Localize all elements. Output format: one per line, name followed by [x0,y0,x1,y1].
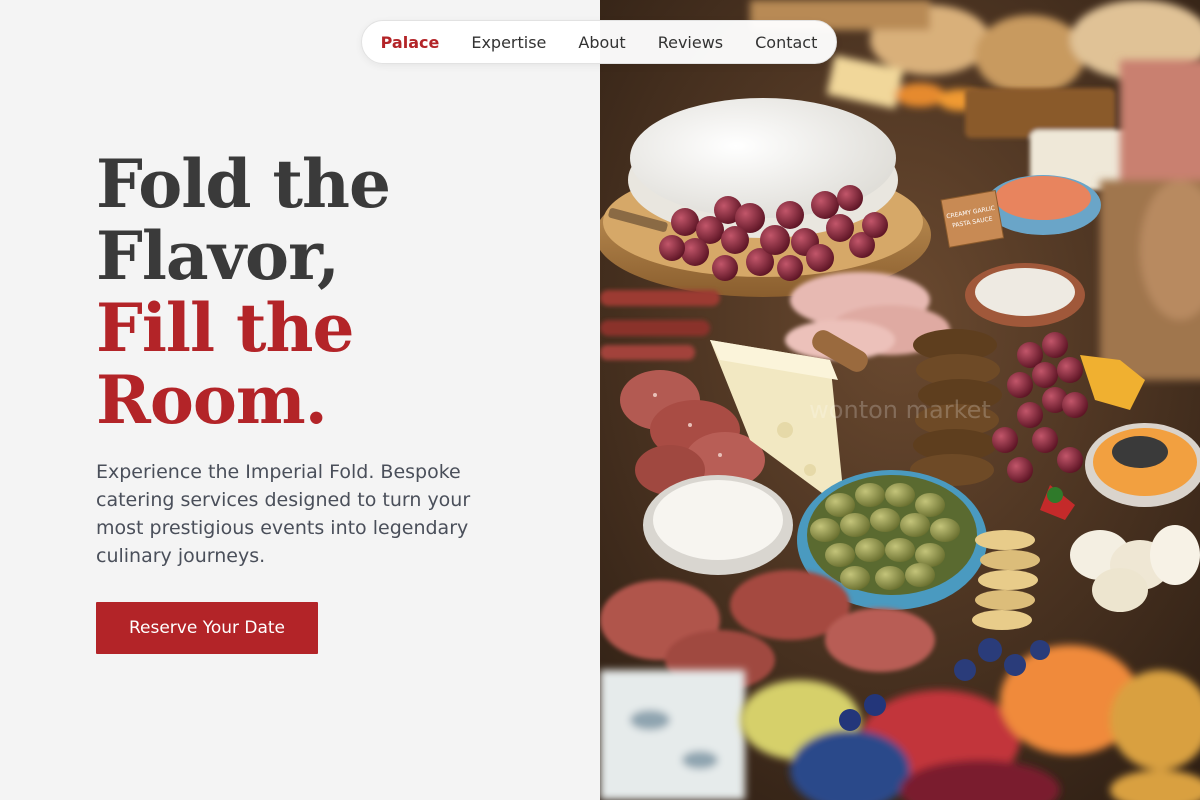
nav-item-about[interactable]: About [562,33,641,52]
hero-text-panel: Fold the Flavor, Fill the Room. Experien… [0,0,600,800]
hero-subtext: Experience the Imperial Fold. Bespoke ca… [96,461,471,567]
headline-line-2: Flavor, [96,217,340,295]
nav-item-contact[interactable]: Contact [739,33,833,52]
hero-headline: Fold the Flavor, Fill the Room. [96,145,391,439]
headline-line-1: Fold the [96,145,391,223]
charcuterie-photo: CREAMY GARLIC PASTA SAUCE wonton market [600,0,1200,800]
headline-line-4: Room. [96,361,328,439]
headline-line-3: Fill the [96,289,355,367]
nav-item-expertise[interactable]: Expertise [455,33,562,52]
reserve-date-button[interactable]: Reserve Your Date [96,602,318,654]
charcuterie-image: CREAMY GARLIC PASTA SAUCE wonton market [600,0,1200,800]
nav-item-reviews[interactable]: Reviews [642,33,739,52]
watermark-text: wonton market [809,396,991,424]
top-nav: Palace Expertise About Reviews Contact [361,20,837,64]
nav-item-palace[interactable]: Palace [365,33,456,52]
